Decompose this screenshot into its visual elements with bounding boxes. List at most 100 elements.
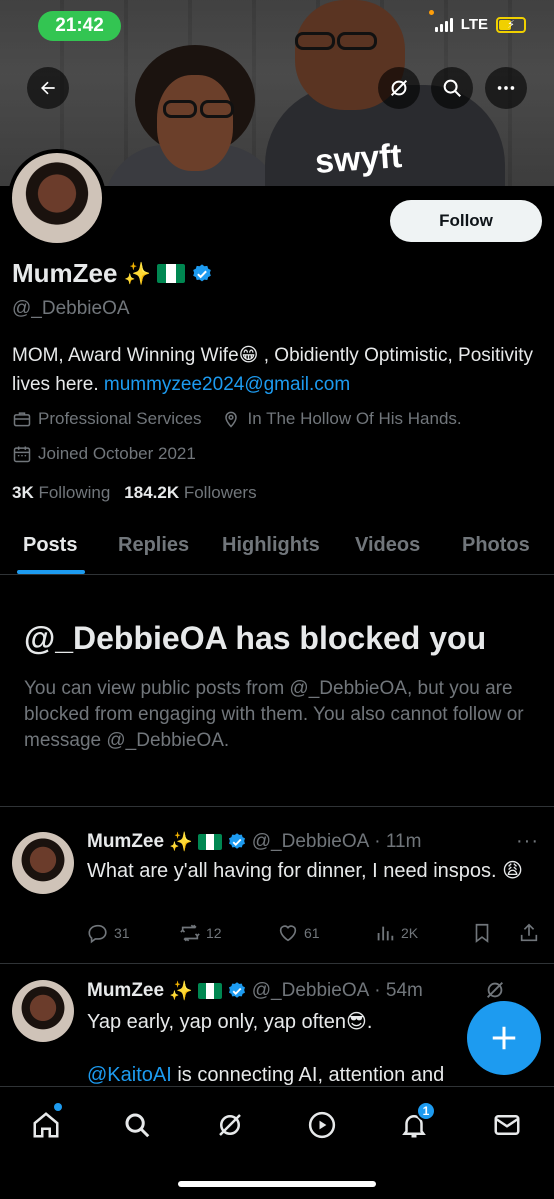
followers-count: 184.2K bbox=[124, 483, 180, 502]
play-icon bbox=[308, 1111, 336, 1139]
share-icon bbox=[520, 923, 538, 942]
profile-meta-row: Professional Services In The Hollow Of H… bbox=[12, 409, 462, 429]
post-more-button[interactable]: ··· bbox=[516, 830, 539, 853]
display-name: MumZee bbox=[12, 258, 118, 288]
follow-button[interactable]: Follow bbox=[390, 200, 542, 242]
nav-search[interactable] bbox=[117, 1105, 157, 1145]
post-header: MumZee ✨ @_DebbieOA · 11m bbox=[87, 830, 421, 854]
repost-button[interactable]: 12 bbox=[179, 922, 222, 944]
followers-label: Followers bbox=[183, 483, 257, 502]
privacy-indicator bbox=[429, 10, 434, 15]
search-icon bbox=[125, 1113, 150, 1138]
sparkles-emoji: ✨ bbox=[169, 981, 193, 1002]
blocked-title: @_DebbieOA has blocked you bbox=[24, 620, 487, 656]
nigeria-flag-icon bbox=[197, 983, 222, 999]
nav-messages[interactable] bbox=[487, 1105, 527, 1145]
bookmark-button[interactable] bbox=[471, 922, 493, 944]
banner-logo-text: swyft bbox=[313, 137, 404, 181]
notification-badge: 1 bbox=[416, 1101, 436, 1121]
reply-button[interactable]: 31 bbox=[87, 922, 130, 944]
view-count: 2K bbox=[401, 925, 419, 941]
post-author-handle: @_DebbieOA bbox=[251, 831, 370, 852]
tab-posts[interactable]: Posts bbox=[23, 534, 77, 557]
followers-link[interactable]: 184.2K Followers bbox=[124, 483, 256, 503]
heart-icon bbox=[279, 925, 297, 942]
views-icon bbox=[377, 926, 394, 941]
post-author-name[interactable]: MumZee bbox=[87, 831, 164, 853]
compose-post-button[interactable] bbox=[467, 1001, 541, 1075]
profile-category: Professional Services bbox=[38, 409, 202, 428]
post-author-handle: @_DebbieOA bbox=[251, 980, 370, 1001]
post-text-tail: is connecting AI, attention and bbox=[171, 1064, 445, 1086]
plus-icon bbox=[492, 1026, 516, 1050]
blocked-description: You can view public posts from @_DebbieO… bbox=[24, 678, 524, 751]
divider bbox=[0, 963, 554, 964]
share-button[interactable] bbox=[518, 922, 540, 944]
following-label: Following bbox=[38, 483, 111, 502]
reply-count: 31 bbox=[114, 925, 130, 941]
status-icons: LTE ⚡ bbox=[434, 16, 526, 33]
mention-link[interactable]: @KaitoAI bbox=[87, 1064, 172, 1086]
nigeria-flag-icon bbox=[197, 834, 222, 850]
post-text-continued: @KaitoAI is connecting AI, attention and bbox=[87, 1062, 537, 1089]
post-author-name[interactable]: MumZee bbox=[87, 980, 164, 1002]
calendar-icon bbox=[13, 446, 31, 463]
like-button[interactable]: 61 bbox=[277, 922, 320, 944]
post-time: · 11m bbox=[374, 831, 422, 852]
home-icon bbox=[33, 1112, 59, 1138]
repost-count: 12 bbox=[206, 925, 222, 941]
following-count: 3K bbox=[12, 483, 34, 502]
grok-button[interactable] bbox=[378, 67, 420, 109]
profile-location: In The Hollow Of His Hands. bbox=[247, 409, 462, 428]
arrow-left-icon bbox=[41, 81, 55, 95]
post-avatar[interactable] bbox=[12, 980, 74, 1042]
profile-avatar[interactable] bbox=[8, 149, 106, 247]
more-button[interactable] bbox=[485, 67, 527, 109]
tab-replies[interactable]: Replies bbox=[118, 534, 189, 557]
tab-videos[interactable]: Videos bbox=[355, 534, 420, 557]
home-indicator bbox=[178, 1181, 376, 1187]
profile-joined-row: Joined October 2021 bbox=[12, 444, 196, 464]
views-button[interactable]: 2K bbox=[374, 922, 418, 944]
tab-highlights[interactable]: Highlights bbox=[222, 534, 320, 557]
bio-email-link[interactable]: mummyzee2024@gmail.com bbox=[104, 374, 350, 395]
active-tab-indicator bbox=[17, 570, 85, 574]
follow-counts: 3K Following 184.2K Followers bbox=[12, 483, 257, 503]
post-text: What are y'all having for dinner, I need… bbox=[87, 860, 524, 882]
back-button[interactable] bbox=[27, 67, 69, 109]
repost-icon bbox=[180, 924, 200, 942]
nigeria-flag-icon bbox=[156, 264, 185, 283]
grok-icon bbox=[219, 1114, 241, 1136]
battery-icon: ⚡ bbox=[496, 16, 526, 33]
like-count: 61 bbox=[304, 925, 320, 941]
nav-home[interactable] bbox=[26, 1103, 66, 1145]
nav-video[interactable] bbox=[302, 1105, 342, 1145]
post-avatar[interactable] bbox=[12, 832, 74, 894]
profile-tabs: Posts Replies Highlights Videos Photos bbox=[0, 520, 554, 575]
verified-badge-icon bbox=[193, 263, 211, 281]
new-content-dot bbox=[54, 1103, 62, 1111]
search-button[interactable] bbox=[431, 67, 473, 109]
sparkles-emoji: ✨ bbox=[123, 260, 151, 286]
post-header: MumZee ✨ @_DebbieOA · 54m bbox=[87, 979, 423, 1003]
post-time: · 54m bbox=[374, 980, 423, 1001]
sparkles-emoji: ✨ bbox=[169, 832, 193, 853]
nav-grok[interactable] bbox=[210, 1105, 250, 1145]
divider bbox=[0, 806, 554, 807]
banner-person-left bbox=[105, 45, 280, 186]
following-link[interactable]: 3K Following bbox=[12, 483, 110, 503]
tab-photos[interactable]: Photos bbox=[462, 534, 530, 557]
profile-name-row: MumZee ✨ bbox=[12, 258, 213, 289]
bookmark-icon bbox=[475, 923, 489, 943]
profile-bio: MOM, Award Winning Wife😁 , Obidiently Op… bbox=[12, 341, 542, 399]
status-time: 21:42 bbox=[38, 11, 121, 41]
verified-badge-icon bbox=[228, 982, 245, 998]
nav-notifications[interactable]: 1 bbox=[394, 1101, 436, 1145]
signal-icon bbox=[434, 17, 453, 32]
network-label: LTE bbox=[460, 16, 488, 33]
reply-icon bbox=[88, 924, 107, 944]
briefcase-icon bbox=[13, 412, 31, 427]
more-icon bbox=[497, 86, 515, 90]
mail-icon bbox=[494, 1115, 520, 1135]
post-actions: 31 12 61 2K bbox=[87, 922, 542, 948]
